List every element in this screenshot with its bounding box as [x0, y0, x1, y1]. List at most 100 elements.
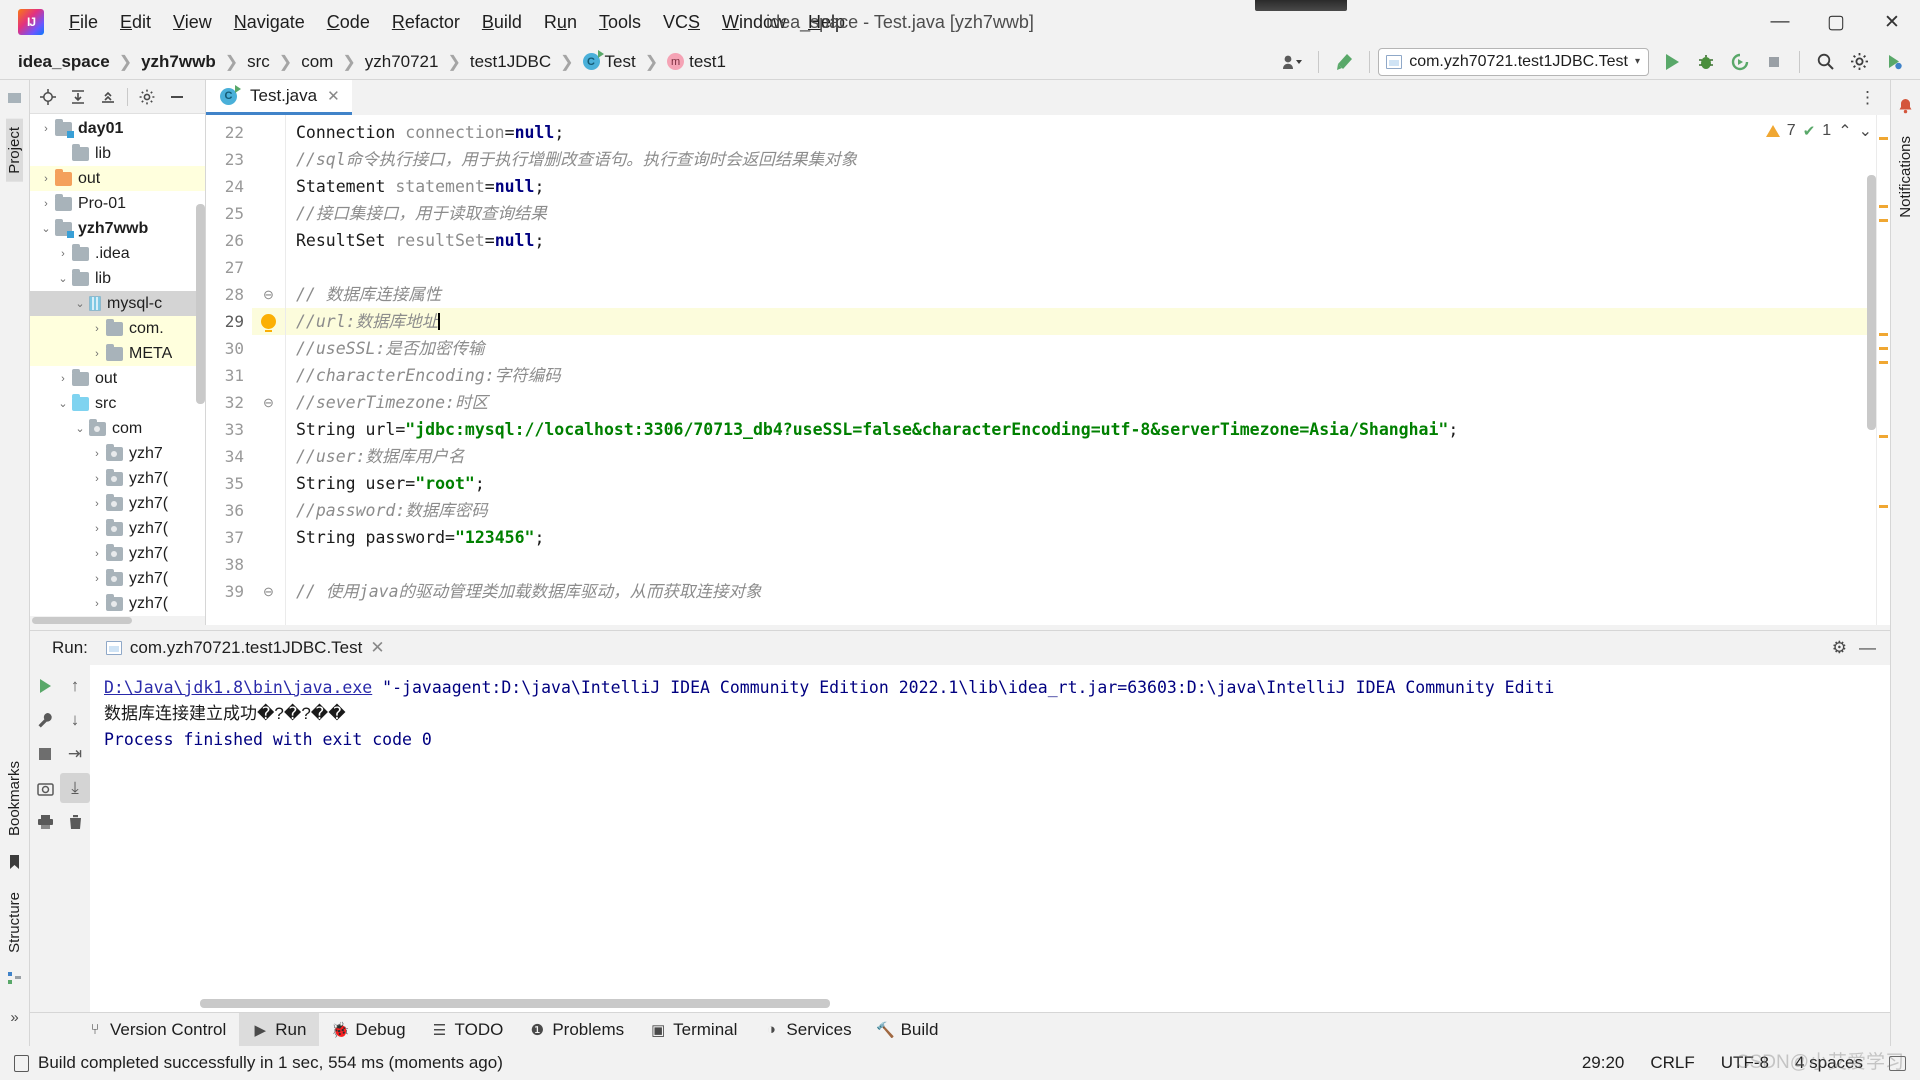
editor-tab-test-java[interactable]: C Test.java ✕	[206, 80, 352, 115]
intention-bulb-icon[interactable]	[261, 314, 276, 332]
editor-marker-gutter[interactable]: ⊖ ⊖ ⊖	[252, 115, 286, 625]
code-fold-icon[interactable]: ⊖	[263, 584, 274, 600]
tree-twisty-icon[interactable]: ›	[88, 573, 106, 585]
code-line[interactable]: //user:数据库用户名	[286, 443, 1876, 470]
tree-twisty-icon[interactable]: ›	[88, 548, 106, 560]
bottom-tool-build[interactable]: 🔨 Build	[865, 1013, 952, 1047]
tree-twisty-icon[interactable]: ⌄	[71, 297, 89, 310]
clear-all-icon[interactable]	[60, 807, 90, 837]
breadcrumb-test1-method[interactable]: m test1	[667, 52, 726, 72]
breadcrumb-com[interactable]: com	[301, 52, 333, 72]
console-horizontal-scrollbar[interactable]	[200, 999, 830, 1008]
build-hammer-icon[interactable]	[1327, 47, 1361, 77]
tree-twisty-icon[interactable]: ›	[88, 523, 106, 535]
tree-node[interactable]: › yzh7(	[30, 516, 205, 541]
code-line[interactable]: //sql命令执行接口，用于执行增删改查语句。执行查询时会返回结果集对象	[286, 146, 1876, 173]
gutter-marker[interactable]: ⊖	[252, 578, 285, 605]
code-line[interactable]: //password:数据库密码	[286, 497, 1876, 524]
locate-icon[interactable]	[34, 84, 62, 110]
hide-panel-icon[interactable]	[163, 84, 191, 110]
menu-file[interactable]: File	[58, 8, 109, 37]
tree-twisty-icon[interactable]: ›	[37, 123, 55, 135]
tree-twisty-icon[interactable]: ⌄	[71, 422, 89, 435]
indent-setting[interactable]: 4 spaces	[1795, 1053, 1863, 1073]
tree-twisty-icon[interactable]: ›	[37, 173, 55, 185]
code-line[interactable]: //characterEncoding:字符编码	[286, 362, 1876, 389]
maximize-button[interactable]: ▢	[1808, 0, 1864, 44]
gutter-marker[interactable]: ⊖	[252, 389, 285, 416]
tree-node[interactable]: › yzh7(	[30, 566, 205, 591]
menu-window[interactable]: Window	[711, 8, 797, 37]
run-icon[interactable]	[1655, 47, 1689, 77]
tree-node[interactable]: › yzh7	[30, 441, 205, 466]
code-line[interactable]: Connection connection=null;	[286, 119, 1876, 146]
tree-node[interactable]: › yzh7(	[30, 466, 205, 491]
code-line[interactable]: //useSSL:是否加密传输	[286, 335, 1876, 362]
project-vertical-scrollbar[interactable]	[196, 204, 205, 404]
bottom-tool-debug[interactable]: 🐞 Debug	[319, 1013, 418, 1047]
project-tree[interactable]: › day01 lib › out › Pro-01 ⌄ yzh7wwb › .idea ⌄ lib ⌄ m…	[30, 114, 205, 616]
tree-node[interactable]: › com.	[30, 316, 205, 341]
tree-twisty-icon[interactable]: ⌄	[37, 222, 55, 235]
code-line[interactable]: //severTimezone:时区	[286, 389, 1876, 416]
breadcrumb-yzh7wwb[interactable]: yzh7wwb	[141, 52, 216, 72]
tree-node[interactable]: › yzh7(	[30, 491, 205, 516]
code-line[interactable]: Statement statement=null;	[286, 173, 1876, 200]
tree-node[interactable]: › day01	[30, 116, 205, 141]
soft-wrap-icon[interactable]: ⇥	[60, 739, 90, 769]
tree-node[interactable]: ⌄ yzh7wwb	[30, 216, 205, 241]
gutter-marker[interactable]	[252, 308, 285, 335]
tree-node[interactable]: lib	[30, 141, 205, 166]
tree-twisty-icon[interactable]: ›	[88, 598, 106, 610]
gutter-marker[interactable]: ⊖	[252, 281, 285, 308]
menu-build[interactable]: Build	[471, 8, 533, 37]
tree-twisty-icon[interactable]: ›	[54, 373, 72, 385]
code-line[interactable]: String password="123456";	[286, 524, 1876, 551]
debug-icon[interactable]	[1689, 47, 1723, 77]
gear-icon[interactable]	[1842, 47, 1876, 77]
line-separator[interactable]: CRLF	[1650, 1053, 1694, 1073]
rail-item-bookmarks[interactable]: Bookmarks	[6, 753, 23, 844]
menu-help[interactable]: Help	[797, 8, 856, 37]
tree-twisty-icon[interactable]: ›	[88, 473, 106, 485]
menu-navigate[interactable]: Navigate	[223, 8, 316, 37]
project-horizontal-scrollbar[interactable]	[30, 616, 205, 625]
gear-icon[interactable]: ⚙	[1832, 638, 1847, 658]
tree-node[interactable]: › yzh7(	[30, 591, 205, 616]
more-tool-windows-icon[interactable]: »	[10, 1009, 18, 1026]
run-tab-test[interactable]: com.yzh70721.test1JDBC.Test ✕	[98, 635, 393, 669]
code-line[interactable]	[286, 551, 1876, 578]
tree-twisty-icon[interactable]: ›	[37, 198, 55, 210]
tree-node[interactable]: › yzh7(	[30, 541, 205, 566]
breadcrumb-idea-space[interactable]: idea_space	[18, 52, 110, 72]
run-console[interactable]: D:\Java\jdk1.8\bin\java.exe "-javaagent:…	[90, 665, 1890, 1012]
bottom-tool-terminal[interactable]: ▣ Terminal	[637, 1013, 750, 1047]
run-configuration-selector[interactable]: com.yzh70721.test1JDBC.Test ▾	[1378, 47, 1649, 76]
search-icon[interactable]	[1808, 47, 1842, 77]
close-icon[interactable]: ✕	[327, 87, 340, 105]
close-icon[interactable]: ✕	[370, 638, 384, 658]
bottom-tool-run[interactable]: ▶ Run	[239, 1012, 320, 1047]
error-stripe-marker-bar[interactable]	[1876, 115, 1890, 625]
updates-icon[interactable]	[1876, 47, 1910, 77]
code-line[interactable]: String url="jdbc:mysql://localhost:3306/…	[286, 416, 1876, 443]
wrench-icon[interactable]	[30, 705, 60, 735]
rail-item-project[interactable]: Project	[6, 119, 23, 182]
tree-twisty-icon[interactable]: ›	[88, 448, 106, 460]
tree-node[interactable]: › Pro-01	[30, 191, 205, 216]
prev-problem-icon[interactable]: ⌃	[1838, 121, 1851, 141]
next-problem-icon[interactable]: ⌄	[1859, 121, 1872, 141]
close-button[interactable]: ✕	[1864, 0, 1920, 44]
menu-code[interactable]: Code	[316, 8, 381, 37]
minimize-button[interactable]: —	[1752, 0, 1808, 44]
hide-panel-icon[interactable]: —	[1859, 638, 1876, 658]
editor-options-icon[interactable]: ⋮	[1859, 88, 1878, 108]
menu-run[interactable]: Run	[533, 8, 588, 37]
tree-node[interactable]: ⌄ src	[30, 391, 205, 416]
tree-twisty-icon[interactable]: ›	[54, 248, 72, 260]
tree-twisty-icon[interactable]: ›	[88, 348, 106, 360]
tree-node[interactable]: ⌄ lib	[30, 266, 205, 291]
stop-icon[interactable]	[1757, 47, 1791, 77]
java-exe-path-link[interactable]: D:\Java\jdk1.8\bin\java.exe	[104, 678, 372, 697]
breadcrumb-test1jdbc[interactable]: test1JDBC	[470, 52, 551, 72]
